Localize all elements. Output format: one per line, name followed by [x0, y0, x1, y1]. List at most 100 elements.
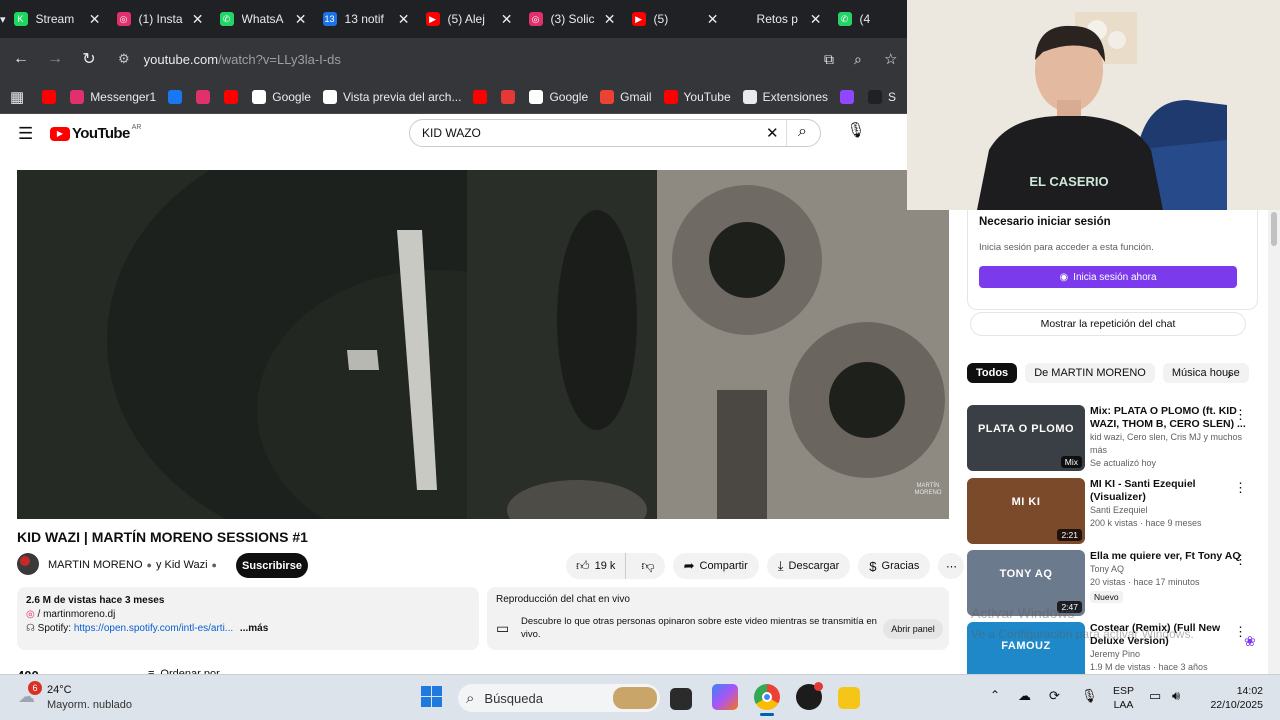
display-icon[interactable]: ▭ [1149, 688, 1161, 704]
bookmark-item[interactable]: YouTube [658, 89, 737, 104]
more-options-icon[interactable]: ⋮ [1234, 480, 1247, 496]
video-title[interactable]: MI KI - Santi Ezequiel (Visualizer) [1090, 478, 1250, 504]
close-tab-icon[interactable]: ✕ [89, 11, 101, 28]
open-panel-button[interactable]: Abrir panel [883, 619, 943, 639]
close-tab-icon[interactable]: ✕ [810, 11, 822, 28]
channel-avatar[interactable] [17, 553, 39, 575]
subscribe-button[interactable]: Suscribirse [236, 553, 308, 578]
video-channel[interactable]: Tony AQ [1090, 563, 1250, 576]
bookmark-item[interactable] [467, 89, 495, 104]
reload-icon[interactable]: ↻ [72, 42, 106, 76]
youtube-logo[interactable]: ▶ YouTube AR [50, 124, 141, 142]
bookmark-item[interactable] [218, 89, 246, 104]
close-tab-icon[interactable]: ✕ [707, 11, 719, 28]
sync-icon[interactable]: ⟳ [1049, 688, 1060, 704]
search-icon[interactable]: ⌕ [798, 123, 807, 141]
description-box[interactable]: 2.6 M de vistas hace 3 meses ◎ / martinm… [17, 587, 479, 650]
sticky-notes-icon[interactable] [838, 687, 860, 709]
browser-tab[interactable]: ▶ (5) Alej ✕ [418, 0, 521, 38]
browser-tab[interactable]: ✆ WhatsA ✕ [212, 0, 315, 38]
bookmark-star-icon[interactable]: ☆ [884, 50, 897, 68]
apps-grid-icon[interactable]: ▦ [0, 88, 36, 106]
signin-button[interactable]: ◉ Inicia sesión ahora [979, 266, 1237, 288]
input-language[interactable]: ESP LAA [1113, 684, 1134, 712]
volume-icon[interactable]: 🔊︎ [1172, 688, 1180, 704]
video-thumbnail[interactable]: PLATA O PLOMO Mix [967, 405, 1085, 471]
bookmark-item[interactable]: Google [523, 89, 594, 104]
spotify-link[interactable]: https://open.spotify.com/intl-es/arti... [74, 623, 233, 634]
bookmark-item[interactable]: Vista previa del arch... [317, 89, 468, 104]
zoom-icon[interactable]: ⌕ [854, 51, 862, 68]
chevron-right-icon[interactable]: › [1227, 366, 1232, 382]
browser-tab[interactable]: Retos p ✕ [727, 0, 830, 38]
clock[interactable]: 14:02 22/10/2025 [1200, 684, 1263, 712]
thanks-button[interactable]: $ Gracias [858, 553, 931, 579]
bookmark-item[interactable] [162, 89, 190, 104]
bookmark-item[interactable] [36, 89, 64, 104]
voice-search-icon[interactable]: 🎙 [844, 121, 868, 145]
search-box[interactable]: KID WAZO ✕ ⌕ [409, 119, 821, 147]
weather-desc[interactable]: Mayorm. nublado [47, 699, 132, 711]
browser-tab[interactable]: 13 13 notif ✕ [315, 0, 418, 38]
filter-chip[interactable]: De MARTIN MORENO [1025, 363, 1155, 383]
more-options-icon[interactable]: ⋮ [1234, 552, 1247, 568]
install-app-icon[interactable]: ⧉ [824, 51, 834, 68]
share-button[interactable]: ➦ Compartir [672, 553, 759, 579]
bookmark-item[interactable]: Gmail [594, 89, 657, 104]
more-options-icon[interactable]: ⋮ [1234, 407, 1247, 423]
close-tab-icon[interactable]: ✕ [192, 11, 204, 28]
weather-temp[interactable]: 24°C [47, 684, 72, 696]
bookmark-item[interactable] [495, 89, 523, 104]
show-chat-replay-button[interactable]: Mostrar la repetición del chat [970, 312, 1246, 336]
site-info-icon[interactable]: ⚙ [118, 51, 130, 67]
video-channel[interactable]: Santi Ezequiel [1090, 504, 1250, 517]
task-view-icon[interactable] [670, 688, 692, 710]
scrollbar[interactable] [1268, 210, 1280, 674]
tray-overflow-icon[interactable]: ⌃ [990, 688, 1000, 702]
browser-tab[interactable]: ▶ (5) ✕ [624, 0, 727, 38]
bookmark-item[interactable]: Google [246, 89, 317, 104]
close-tab-icon[interactable]: ✕ [604, 11, 616, 28]
search-input[interactable]: KID WAZO [422, 126, 481, 140]
forward-icon[interactable]: → [38, 42, 72, 76]
video-title[interactable]: Ella me quiere ver, Ft Tony AQ [1090, 550, 1250, 563]
video-thumbnail[interactable]: MI KI 2:21 [967, 478, 1085, 544]
microphone-icon[interactable]: 🎙︎ [1081, 688, 1098, 704]
download-button[interactable]: ⤓ Descargar [766, 553, 851, 579]
bookmark-item[interactable] [834, 89, 862, 104]
collab-name[interactable]: y Kid Wazi [156, 559, 208, 571]
show-more-link[interactable]: ...más [240, 623, 268, 634]
video-player[interactable]: MARTÍN MORENO [17, 170, 949, 519]
bookmark-item[interactable]: Extensiones [737, 89, 834, 104]
dislike-button[interactable]: 👎︎ [631, 558, 664, 574]
close-tab-icon[interactable]: ✕ [295, 11, 307, 28]
recommended-video[interactable]: PLATA O PLOMO Mix Mix: PLATA O PLOMO (ft. … [967, 405, 1267, 473]
browser-tab[interactable]: ◎ (1) Insta ✕ [109, 0, 212, 38]
browser-tab[interactable]: ◎ (3) Solic ✕ [521, 0, 624, 38]
scrollbar-thumb[interactable] [1271, 212, 1277, 246]
windows-start-icon[interactable] [421, 686, 443, 708]
video-channel[interactable]: kid wazi, Cero slen, Cris MJ y muchos má… [1090, 431, 1250, 457]
filter-chip[interactable]: Música house [1162, 363, 1249, 383]
browser-tab[interactable]: K Stream ✕ [6, 0, 109, 38]
channel-name[interactable]: MARTIN MORENO [48, 559, 143, 571]
recommended-video[interactable]: MI KI 2:21 MI KI - Santi Ezequiel (Visuali… [967, 478, 1267, 546]
address-bar[interactable]: ⚙ youtube.com/watch?v=LLy3la-I-ds ⧉ ⌕ ☆ [112, 44, 907, 74]
menu-icon[interactable]: ☰ [18, 124, 33, 144]
desc-instagram-handle[interactable]: / martinmoreno.dj [38, 609, 116, 620]
video-title[interactable]: Mix: PLATA O PLOMO (ft. KID WAZI, THOM B… [1090, 405, 1250, 431]
bookmark-item[interactable]: S [862, 89, 902, 104]
close-tab-icon[interactable]: ✕ [501, 11, 513, 28]
assistant-icon[interactable]: ❀ [1244, 633, 1256, 650]
back-icon[interactable]: ← [4, 42, 38, 76]
taskbar-search[interactable]: ⌕ Búsqueda [458, 684, 660, 712]
video-channel[interactable]: Jeremy Pino [1090, 648, 1250, 661]
more-actions-button[interactable]: ⋯ [938, 553, 965, 579]
bookmark-item[interactable] [190, 89, 218, 104]
copilot-icon[interactable] [712, 684, 738, 710]
filter-chip[interactable]: Todos [967, 363, 1018, 383]
like-button[interactable]: 👍︎ 19 k [566, 553, 627, 579]
close-tab-icon[interactable]: ✕ [398, 11, 410, 28]
clear-search-icon[interactable]: ✕ [766, 124, 779, 142]
network-cloud-icon[interactable]: ☁ [1018, 688, 1031, 704]
